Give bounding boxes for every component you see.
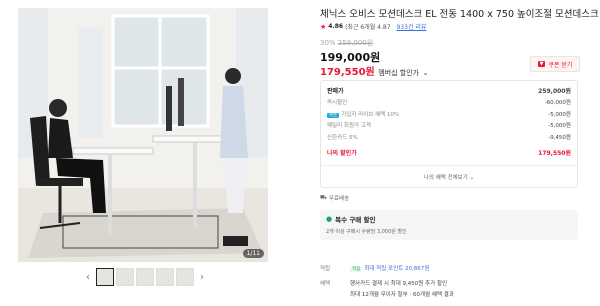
- breakdown-row: 신한카드 5% -9,450원: [327, 131, 571, 143]
- coupon-tag: 쿠폰: [327, 112, 340, 118]
- breakdown-row: 즉시할인 -60,000원: [327, 97, 571, 109]
- thumbnail[interactable]: [96, 268, 114, 286]
- payment-key: 혜택: [320, 281, 331, 287]
- price-breakdown: 판매가 259,000원 즉시할인 -60,000원 쿠폰 가입자 라이브 혜택 …: [320, 80, 578, 188]
- member-price-label: 멤버십 할인가: [378, 69, 420, 77]
- my-discount-label: 나의 할인가: [327, 149, 357, 157]
- rating-detail: (최근 6개월 4.87: [345, 24, 391, 31]
- breakdown-label: 패밀리 회원가 고객: [327, 123, 371, 130]
- rating-row: ★ 4.86 (최근 6개월 4.87 933건 리뷰: [320, 22, 427, 32]
- multi-buy-title: 복수 구매 할인: [335, 216, 376, 224]
- breakdown-row: 판매가 259,000원: [327, 85, 571, 97]
- member-price: 179,550원: [320, 67, 375, 78]
- points-badge: 적립: [350, 267, 363, 272]
- star-icon: ★: [320, 22, 327, 31]
- breakdown-value: -60,000원: [544, 100, 571, 107]
- chevron-down-icon[interactable]: ⌄: [423, 69, 429, 77]
- multi-buy-desc: 2개 이상 구매시 수량당 3,000원 할인: [326, 229, 407, 235]
- image-counter: 1/11: [242, 249, 264, 258]
- product-info-panel: 체닉스 오비스 모션데스크 EL 전동 1400 x 750 높이조절 모션데스…: [320, 0, 599, 306]
- my-discount-value: 179,550원: [538, 149, 571, 157]
- payment-line-2: 최대 12개월 무이자 할부 · 60개월 혜택 결과: [350, 292, 454, 298]
- view-all-benefits-link[interactable]: 나의 혜택 전체보기 ⌄: [321, 173, 577, 181]
- thumbnail[interactable]: [156, 268, 174, 286]
- thumbnail-strip: ‹ ›: [82, 268, 208, 286]
- office-scene-illustration: [18, 8, 268, 262]
- breakdown-value: -5,000원: [548, 111, 571, 118]
- breakdown-row: 패밀리 회원가 고객 -5,000원: [327, 120, 571, 132]
- truck-icon: ⛟: [320, 194, 327, 201]
- payment-line-1: 행사카드 결제 시 최대 9,450원 추가 할인: [350, 281, 448, 287]
- thumbnail[interactable]: [136, 268, 154, 286]
- breakdown-value: -5,000원: [548, 123, 571, 130]
- breakdown-value: -9,450원: [548, 134, 571, 141]
- thumbnail[interactable]: [176, 268, 194, 286]
- original-price: 259,000원: [337, 39, 374, 47]
- breakdown-label: 가입자 라이브 혜택 10%: [341, 111, 400, 118]
- shipping-label: 무료배송: [328, 196, 350, 202]
- my-discount-row: 나의 할인가 179,550원: [327, 147, 571, 159]
- points-key: 적립: [320, 266, 331, 272]
- review-link[interactable]: 933건 리뷰: [397, 22, 427, 31]
- chevron-left-icon[interactable]: ‹: [82, 272, 94, 283]
- coupon-icon: ▼: [537, 61, 546, 67]
- multi-buy-discount: ● 복수 구매 할인 2개 이상 구매시 수량당 3,000원 할인: [320, 210, 578, 240]
- member-price-row: 179,550원 멤버십 할인가 ⌄: [320, 63, 428, 78]
- product-title: 체닉스 오비스 모션데스크 EL 전동 1400 x 750 높이조절 모션데스…: [320, 9, 599, 20]
- rating-score: 4.86: [328, 23, 344, 30]
- divider: [321, 165, 577, 166]
- product-gallery: 1/11 ‹ ›: [0, 0, 290, 306]
- original-price-row: 30% 259,000원: [320, 38, 373, 48]
- shipping-row: ⛟ 무료배송: [320, 194, 350, 203]
- coupon-button-label: 쿠폰 받기: [548, 61, 573, 69]
- product-main-image[interactable]: 1/11: [18, 8, 268, 262]
- view-all-benefits-label: 나의 혜택 전체보기: [423, 175, 468, 181]
- payment-benefit-row: 혜택 행사카드 결제 시 최대 9,450원 추가 할인 최대 12개월 무이자…: [320, 279, 454, 298]
- points-text[interactable]: 최대 적립 포인트 20,867원: [364, 266, 429, 272]
- chevron-right-icon[interactable]: ›: [196, 272, 208, 283]
- coupon-button[interactable]: ▼ 쿠폰 받기: [530, 56, 580, 72]
- thumbnail[interactable]: [116, 268, 134, 286]
- breakdown-label: 판매가: [327, 88, 344, 96]
- points-row: 적립 적립 최대 적립 포인트 20,867원: [320, 264, 429, 272]
- breakdown-value: 259,000원: [538, 88, 571, 96]
- breakdown-row: 쿠폰 가입자 라이브 혜택 10% -5,000원: [327, 108, 571, 120]
- chevron-down-icon: ⌄: [469, 175, 475, 181]
- breakdown-label: 신한카드 5%: [327, 134, 358, 141]
- check-circle-icon: ●: [326, 215, 333, 223]
- discount-rate: 30%: [320, 39, 336, 47]
- breakdown-label: 즉시할인: [327, 100, 348, 107]
